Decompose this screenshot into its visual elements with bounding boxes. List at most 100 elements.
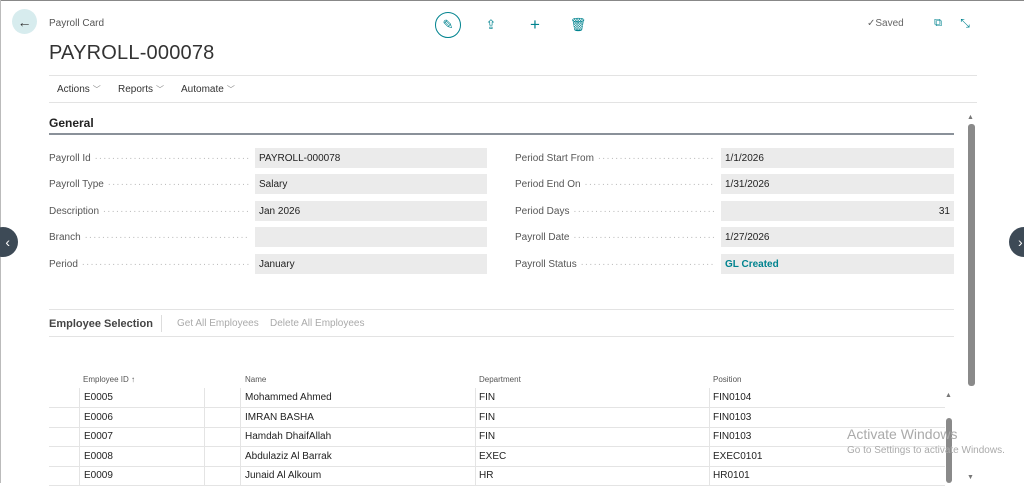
page-title: PAYROLL-000078 — [49, 42, 215, 64]
delete-all-employees-button[interactable]: Delete All Employees — [270, 318, 365, 329]
cell-position[interactable]: FIN0103 — [713, 412, 751, 423]
cell-department[interactable]: HR — [479, 470, 493, 481]
cell-department[interactable]: FIN — [479, 431, 495, 442]
field-period-days[interactable]: 31 — [721, 201, 954, 221]
divider — [475, 446, 476, 467]
scroll-down-icon[interactable]: ▼ — [967, 474, 974, 481]
column-department[interactable]: Department — [479, 375, 521, 384]
field-branch[interactable] — [255, 227, 487, 247]
menu-actions[interactable]: Actions ﹀ — [57, 84, 101, 95]
cell-name[interactable]: Hamdah DhaifAllah — [245, 431, 331, 442]
field-payroll-type[interactable]: Salary — [255, 174, 487, 194]
next-record-button[interactable]: › — [1009, 227, 1024, 257]
divider — [240, 466, 241, 486]
table-row[interactable]: E0008 Abdulaziz Al Barrak EXEC EXEC0101 — [49, 446, 945, 467]
label-description: Description — [49, 206, 249, 217]
open-new-window-button[interactable]: ⧉ — [925, 10, 951, 36]
divider — [240, 427, 241, 448]
divider — [204, 388, 205, 408]
field-payroll-date[interactable]: 1/27/2026 — [721, 227, 954, 247]
chevron-right-icon: › — [1018, 234, 1023, 250]
new-button[interactable]: + — [522, 12, 548, 38]
divider — [240, 446, 241, 467]
divider — [240, 407, 241, 428]
cell-position[interactable]: EXEC0101 — [713, 451, 762, 462]
table-row[interactable]: E0006 IMRAN BASHA FIN FIN0103 — [49, 407, 945, 428]
table-row[interactable]: E0009 Junaid Al Alkoum HR HR0101 — [49, 466, 945, 486]
edit-button[interactable]: ✎ — [435, 12, 461, 38]
open-new-window-icon: ⧉ — [934, 16, 942, 29]
cell-employee-id[interactable]: E0006 — [84, 412, 113, 423]
divider — [475, 388, 476, 408]
collapse-button[interactable]: ⤡ — [952, 10, 978, 36]
cell-department[interactable]: FIN — [479, 392, 495, 403]
chevron-left-icon: ‹ — [5, 234, 10, 250]
label-period: Period — [49, 259, 249, 270]
divider — [79, 407, 80, 428]
column-position[interactable]: Position — [713, 375, 741, 384]
cell-name[interactable]: Junaid Al Alkoum — [245, 470, 321, 481]
field-period-start-from[interactable]: 1/1/2026 — [721, 148, 954, 168]
get-all-employees-button[interactable]: Get All Employees — [177, 318, 259, 329]
field-period[interactable]: January — [255, 254, 487, 274]
delete-button[interactable]: 🗑 — [565, 12, 591, 38]
label-payroll-status: Payroll Status — [515, 259, 715, 270]
cell-name[interactable]: IMRAN BASHA — [245, 412, 314, 423]
field-payroll-id[interactable]: PAYROLL-000078 — [255, 148, 487, 168]
divider — [49, 75, 977, 76]
cell-name[interactable]: Abdulaziz Al Barrak — [245, 451, 332, 462]
scroll-up-icon[interactable]: ▲ — [945, 392, 952, 399]
column-employee-id[interactable]: Employee ID ↑ — [83, 375, 135, 384]
cell-employee-id[interactable]: E0007 — [84, 431, 113, 442]
window-border — [0, 0, 1024, 1]
cell-department[interactable]: EXEC — [479, 451, 506, 462]
menu-automate[interactable]: Automate ﹀ — [181, 84, 235, 95]
menu-reports[interactable]: Reports ﹀ — [118, 84, 164, 95]
cell-position[interactable]: FIN0104 — [713, 392, 751, 403]
share-button[interactable]: ⇪ — [478, 12, 504, 38]
divider — [204, 407, 205, 428]
previous-record-button[interactable]: ‹ — [0, 227, 18, 257]
collapse-icon: ⤡ — [960, 15, 970, 30]
table-row[interactable]: E0005 Mohammed Ahmed FIN FIN0104 — [49, 388, 945, 408]
field-period-end-on[interactable]: 1/31/2026 — [721, 174, 954, 194]
scroll-up-icon[interactable]: ▲ — [967, 114, 974, 121]
label-payroll-date: Payroll Date — [515, 232, 715, 243]
label-branch: Branch — [49, 232, 249, 243]
arrow-left-icon: ← — [17, 13, 32, 30]
cell-employee-id[interactable]: E0005 — [84, 392, 113, 403]
cell-name[interactable]: Mohammed Ahmed — [245, 392, 332, 403]
section-general[interactable]: General — [49, 116, 94, 130]
breadcrumb: Payroll Card — [49, 18, 105, 29]
divider — [49, 336, 954, 337]
field-description[interactable]: Jan 2026 — [255, 201, 487, 221]
divider — [709, 446, 710, 467]
label-payroll-type: Payroll Type — [49, 179, 249, 190]
divider — [475, 427, 476, 448]
divider — [240, 388, 241, 408]
trash-icon: 🗑 — [569, 17, 587, 32]
divider — [161, 315, 162, 332]
chevron-down-icon: ﹀ — [92, 85, 101, 94]
divider — [709, 388, 710, 408]
divider — [204, 427, 205, 448]
column-name[interactable]: Name — [245, 375, 266, 384]
page-scrollbar[interactable] — [968, 124, 975, 386]
field-payroll-status[interactable]: GL Created — [721, 254, 954, 274]
share-icon: ⇪ — [485, 17, 497, 32]
back-button[interactable]: ← — [12, 9, 37, 34]
cell-employee-id[interactable]: E0008 — [84, 451, 113, 462]
watermark-subtitle: Go to Settings to activate Windows. — [847, 445, 1005, 456]
chevron-down-icon: ﹀ — [156, 85, 165, 94]
cell-department[interactable]: FIN — [479, 412, 495, 423]
divider — [709, 407, 710, 428]
divider — [475, 466, 476, 486]
cell-position[interactable]: FIN0103 — [713, 431, 751, 442]
label-period-end-on: Period End On — [515, 179, 715, 190]
divider — [475, 407, 476, 428]
table-row[interactable]: E0007 Hamdah DhaifAllah FIN FIN0103 — [49, 427, 945, 448]
divider — [709, 466, 710, 486]
label-payroll-id: Payroll Id — [49, 153, 249, 164]
cell-employee-id[interactable]: E0009 — [84, 470, 113, 481]
cell-position[interactable]: HR0101 — [713, 470, 750, 481]
